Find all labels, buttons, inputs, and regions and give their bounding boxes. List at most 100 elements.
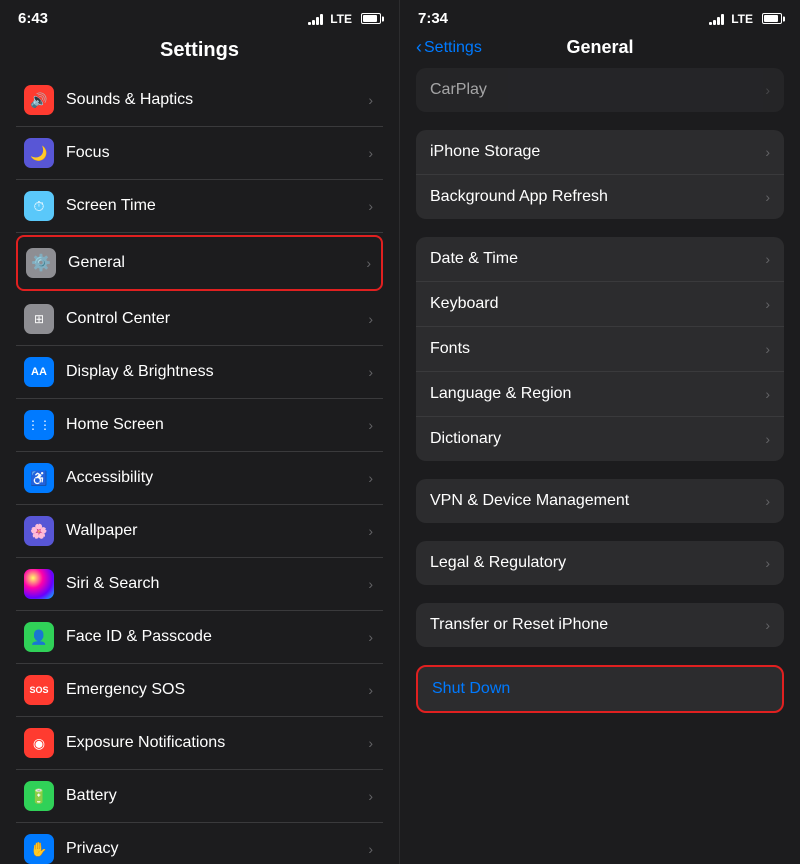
accessibility-chevron: › xyxy=(368,470,373,486)
language-region-item[interactable]: Language & Region › xyxy=(416,372,784,417)
exposure-icon: ◉ xyxy=(24,728,54,758)
privacy-chevron: › xyxy=(368,841,373,857)
sos-label: Emergency SOS xyxy=(66,681,368,699)
dictionary-item[interactable]: Dictionary › xyxy=(416,417,784,461)
background-refresh-label: Background App Refresh xyxy=(430,188,608,206)
right-signal-icon xyxy=(709,13,724,25)
sounds-label: Sounds & Haptics xyxy=(66,91,368,109)
shutdown-button[interactable]: Shut Down xyxy=(418,667,782,711)
settings-item-battery[interactable]: 🔋 Battery › xyxy=(16,770,383,823)
settings-item-sounds[interactable]: 🔊 Sounds & Haptics › xyxy=(16,74,383,127)
wallpaper-label: Wallpaper xyxy=(66,522,368,540)
settings-item-general[interactable]: ⚙️ General › xyxy=(16,235,383,291)
right-status-bar: 7:34 LTE xyxy=(400,0,800,33)
settings-item-privacy[interactable]: ✋ Privacy › xyxy=(16,823,383,864)
left-time: 6:43 xyxy=(18,10,48,27)
shutdown-label: Shut Down xyxy=(432,680,510,698)
date-time-item[interactable]: Date & Time › xyxy=(416,237,784,282)
settings-item-focus[interactable]: 🌙 Focus › xyxy=(16,127,383,180)
general-chevron: › xyxy=(366,255,371,271)
left-status-bar: 6:43 LTE xyxy=(0,0,399,33)
right-content: CarPlay › iPhone Storage › Background Ap… xyxy=(400,68,800,864)
display-label: Display & Brightness xyxy=(66,363,368,381)
control-label: Control Center xyxy=(66,310,368,328)
language-region-label: Language & Region xyxy=(430,385,571,403)
settings-item-display[interactable]: AA Display & Brightness › xyxy=(16,346,383,399)
carplay-chevron: › xyxy=(765,82,770,98)
right-lte-label: LTE xyxy=(731,12,753,26)
background-refresh-chevron: › xyxy=(765,189,770,205)
control-chevron: › xyxy=(368,311,373,327)
exposure-label: Exposure Notifications xyxy=(66,734,368,752)
iphone-storage-label: iPhone Storage xyxy=(430,143,540,161)
legal-label: Legal & Regulatory xyxy=(430,554,566,572)
control-icon: ⊞ xyxy=(24,304,54,334)
faceid-label: Face ID & Passcode xyxy=(66,628,368,646)
battery-chevron: › xyxy=(368,788,373,804)
focus-label: Focus xyxy=(66,144,368,162)
date-section: Date & Time › Keyboard › Fonts › Languag… xyxy=(416,237,784,461)
storage-section: iPhone Storage › Background App Refresh … xyxy=(416,130,784,219)
battery-icon xyxy=(361,13,381,24)
privacy-icon: ✋ xyxy=(24,834,54,864)
sounds-icon: 🔊 xyxy=(24,85,54,115)
settings-item-wallpaper[interactable]: 🌸 Wallpaper › xyxy=(16,505,383,558)
sounds-chevron: › xyxy=(368,92,373,108)
background-refresh-item[interactable]: Background App Refresh › xyxy=(416,175,784,219)
right-status-icons: LTE xyxy=(709,12,782,26)
faceid-chevron: › xyxy=(368,629,373,645)
settings-item-siri[interactable]: Siri & Search › xyxy=(16,558,383,611)
settings-item-faceid[interactable]: 👤 Face ID & Passcode › xyxy=(16,611,383,664)
sos-icon: SOS xyxy=(24,675,54,705)
right-panel: 7:34 LTE ‹ Settings General CarPlay › xyxy=(400,0,800,864)
settings-item-exposure[interactable]: ◉ Exposure Notifications › xyxy=(16,717,383,770)
dictionary-chevron: › xyxy=(765,431,770,447)
carplay-item[interactable]: CarPlay › xyxy=(416,68,784,112)
keyboard-chevron: › xyxy=(765,296,770,312)
left-panel-title: Settings xyxy=(0,33,399,74)
settings-item-control[interactable]: ⊞ Control Center › xyxy=(16,293,383,346)
vpn-section: VPN & Device Management › xyxy=(416,479,784,523)
home-chevron: › xyxy=(368,417,373,433)
language-region-chevron: › xyxy=(765,386,770,402)
left-panel: 6:43 LTE Settings 🔊 Sounds & Haptics › xyxy=(0,0,400,864)
iphone-storage-chevron: › xyxy=(765,144,770,160)
vpn-label: VPN & Device Management xyxy=(430,492,629,510)
legal-chevron: › xyxy=(765,555,770,571)
legal-item[interactable]: Legal & Regulatory › xyxy=(416,541,784,585)
general-label: General xyxy=(68,254,366,272)
settings-item-sos[interactable]: SOS Emergency SOS › xyxy=(16,664,383,717)
home-icon: ⋮⋮ xyxy=(24,410,54,440)
focus-chevron: › xyxy=(368,145,373,161)
vpn-item[interactable]: VPN & Device Management › xyxy=(416,479,784,523)
focus-icon: 🌙 xyxy=(24,138,54,168)
lte-label: LTE xyxy=(330,12,352,26)
transfer-chevron: › xyxy=(765,617,770,633)
shutdown-section: Shut Down xyxy=(416,665,784,713)
home-label: Home Screen xyxy=(66,416,368,434)
settings-item-accessibility[interactable]: ♿ Accessibility › xyxy=(16,452,383,505)
date-time-label: Date & Time xyxy=(430,250,518,268)
right-battery-icon xyxy=(762,13,782,24)
date-time-chevron: › xyxy=(765,251,770,267)
siri-label: Siri & Search xyxy=(66,575,368,593)
transfer-label: Transfer or Reset iPhone xyxy=(430,616,608,634)
screentime-label: Screen Time xyxy=(66,197,368,215)
iphone-storage-item[interactable]: iPhone Storage › xyxy=(416,130,784,175)
transfer-item[interactable]: Transfer or Reset iPhone › xyxy=(416,603,784,647)
fonts-item[interactable]: Fonts › xyxy=(416,327,784,372)
wallpaper-icon: 🌸 xyxy=(24,516,54,546)
right-header: ‹ Settings General xyxy=(400,33,800,68)
siri-chevron: › xyxy=(368,576,373,592)
back-button[interactable]: ‹ Settings xyxy=(416,37,482,58)
accessibility-label: Accessibility xyxy=(66,469,368,487)
settings-item-screentime[interactable]: ⏱ Screen Time › xyxy=(16,180,383,233)
faceid-icon: 👤 xyxy=(24,622,54,652)
exposure-chevron: › xyxy=(368,735,373,751)
settings-item-home[interactable]: ⋮⋮ Home Screen › xyxy=(16,399,383,452)
carplay-label: CarPlay xyxy=(430,81,487,99)
right-time: 7:34 xyxy=(418,10,448,27)
keyboard-item[interactable]: Keyboard › xyxy=(416,282,784,327)
sos-chevron: › xyxy=(368,682,373,698)
privacy-label: Privacy xyxy=(66,840,368,858)
